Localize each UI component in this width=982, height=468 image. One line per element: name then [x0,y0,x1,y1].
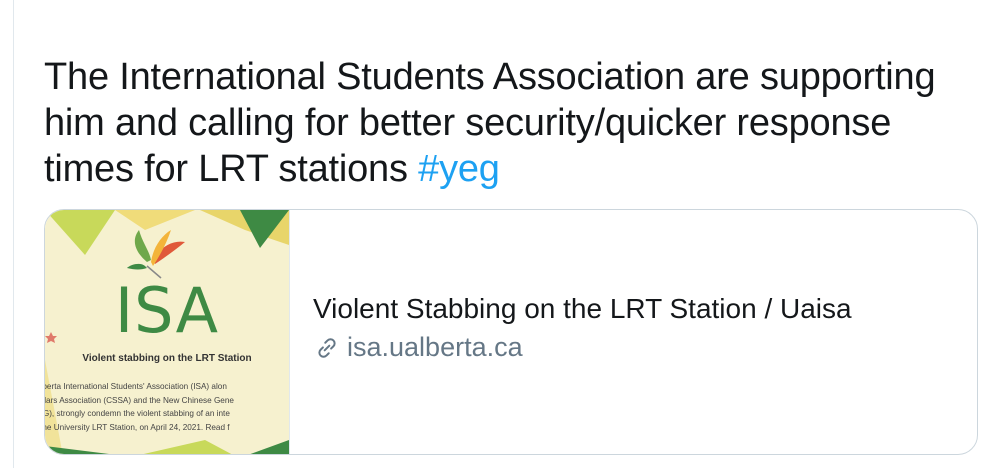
thumbnail-body-text: f Alberta International Students' Associ… [45,380,289,434]
card-domain-text: isa.ualberta.ca [347,332,523,362]
card-thumbnail: ISA Violent stabbing on the LRT Station … [45,210,290,454]
thumbnail-heading: Violent stabbing on the LRT Station [82,353,252,364]
timeline-divider [13,0,14,468]
tweet-text: The International Students Association a… [44,54,964,192]
card-title[interactable]: Violent Stabbing on the LRT Station / Ua… [313,292,852,326]
link-preview-card[interactable]: ISA Violent stabbing on the LRT Station … [44,209,978,455]
card-domain[interactable]: isa.ualberta.ca [313,332,852,363]
leaf-icon [127,230,185,279]
thumbnail-line: cholars Association (CSSA) and the New C… [45,395,234,405]
isa-logo: ISA [114,274,220,347]
card-info: Violent Stabbing on the LRT Station / Ua… [313,292,852,363]
thumbnail-line: f Alberta International Students' Associ… [45,382,227,391]
thumbnail-line: at the University LRT Station, on April … [45,422,230,432]
link-icon [318,337,336,358]
thumbnail-line: NCG), strongly condemn the violent stabb… [45,409,230,418]
hashtag-link[interactable]: #yeg [418,148,500,190]
